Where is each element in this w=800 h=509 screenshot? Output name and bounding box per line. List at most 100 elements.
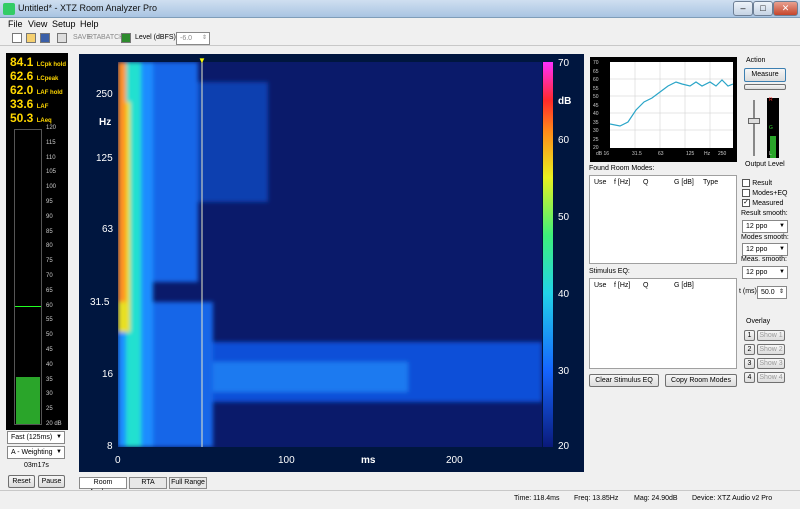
eq-col-gain: G [dB] [674, 282, 694, 289]
menu-file[interactable]: File [8, 19, 23, 29]
col-q: Q [643, 179, 649, 186]
mini-y-tick: 40 [593, 111, 599, 117]
mini-y-tick: 55 [593, 85, 599, 92]
close-button[interactable]: ✕ [773, 1, 798, 16]
reset-button[interactable]: Reset [8, 475, 35, 488]
t-ms-input[interactable]: 50.0 ⇕ [757, 286, 787, 299]
mini-y-tick: 30 [593, 128, 599, 134]
mini-chart-plot [610, 62, 733, 148]
x-tick-200: 200 [446, 455, 463, 466]
overlay-show-2-button[interactable]: Show 2 [757, 344, 785, 355]
new-file-icon[interactable] [12, 33, 22, 43]
meter-scale-tick: 105 [46, 169, 57, 176]
tab-rta[interactable]: RTA [129, 477, 167, 489]
open-folder-icon[interactable] [26, 33, 36, 43]
status-device: Device: XTZ Audio v2 Pro [692, 495, 773, 502]
tab-room-analyzer[interactable]: Room Analyzer [79, 477, 127, 496]
overlay-show-4-button[interactable]: Show 4 [757, 372, 785, 383]
meter-laf: 33.6 LAF [10, 97, 49, 111]
col-freq: f [Hz] [614, 179, 631, 186]
colorbar-unit: dB [558, 96, 572, 107]
elapsed-time: 03m17s [24, 462, 49, 469]
output-level-slider-track [753, 100, 755, 156]
print-icon[interactable] [57, 33, 67, 43]
checkbox-measured[interactable]: ✓ Measured [742, 198, 783, 207]
status-time: Time: 118.4ms [514, 495, 560, 502]
meter-scale-tick: 95 [46, 199, 53, 205]
overlay-show-1-button[interactable]: Show 1 [757, 330, 785, 341]
checkbox-measured-box[interactable]: ✓ [742, 198, 750, 207]
col-use: Use [594, 179, 607, 186]
x-axis-unit: ms [361, 455, 376, 466]
found-modes-table[interactable]: Use f [Hz] Q G [dB] Type [589, 175, 737, 264]
frequency-response-chart[interactable]: 70 65 60 55 50 45 40 35 30 25 20 dB 16 31.5 63 125 Hz 2… [590, 57, 737, 162]
colorbar-tick-30: 30 [558, 366, 570, 377]
output-level-slider-thumb[interactable] [748, 118, 760, 124]
slider-letter-l: L [769, 151, 772, 157]
meter-scale-tick: 70 [46, 273, 53, 279]
overlay-4-button[interactable]: 4 [744, 372, 755, 383]
time-cursor-marker[interactable]: ▼ [198, 56, 206, 65]
measure-button[interactable]: Measure [744, 68, 786, 82]
meter-scale-tick: 20 dB [46, 421, 62, 427]
mini-y-tick: 35 [593, 119, 599, 126]
waterfall-plot[interactable]: 250 Hz 125 63 31.5 16 8 0 100 ms 200 ▼ 7… [79, 54, 584, 472]
overlay-1-button[interactable]: 1 [744, 330, 755, 341]
overlay-show-3-button[interactable]: Show 3 [757, 358, 785, 369]
meter-scale-tick: 35 [46, 376, 53, 383]
level-label: Level (dBFS) [135, 34, 176, 41]
stimulus-eq-title: Stimulus EQ: [589, 268, 630, 275]
y-tick-63: 63 [102, 224, 114, 235]
menu-setup[interactable]: Setup [52, 19, 76, 29]
checkbox-measured-label: Measured [752, 200, 784, 207]
level-input[interactable]: -6.0 ⇕ [176, 32, 210, 45]
copy-room-modes-button[interactable]: Copy Room Modes [665, 374, 737, 387]
clear-stimulus-eq-button[interactable]: Clear Stimulus EQ [589, 374, 659, 387]
checkbox-result-box[interactable] [742, 178, 750, 187]
meter-scale-tick: 45 [46, 347, 53, 353]
status-bar: Time: 118.4ms Freq: 13.85Hz Mag: 24.90dB… [0, 490, 800, 509]
modes-smooth-select[interactable]: 12 ppo ▼ [742, 243, 788, 256]
title-bar: Untitled* - XTZ Room Analyzer Pro – □ ✕ [0, 0, 800, 18]
checkbox-modes-eq-box[interactable] [742, 188, 750, 197]
measure-progress-button[interactable] [744, 84, 786, 90]
checkbox-result[interactable]: Result [742, 178, 772, 187]
result-smooth-label: Result smooth: [741, 210, 788, 217]
frequency-weighting-select[interactable]: A - Weighting ▼ [7, 446, 65, 459]
colorbar-tick-60: 60 [558, 135, 570, 146]
overlay-3-button[interactable]: 3 [744, 358, 755, 369]
meter-scale-tick: 55 [46, 317, 53, 324]
meas-smooth-select[interactable]: 12 ppo ▼ [742, 266, 788, 279]
stimulus-eq-table[interactable]: Use f [Hz] Q G [dB] [589, 278, 737, 369]
meter-scale-tick: 40 [46, 361, 53, 368]
status-magnitude: Mag: 24.90dB [634, 495, 678, 502]
t-ms-label: t (ms) [739, 288, 757, 295]
mini-y-tick: 25 [593, 136, 599, 143]
tab-full-range[interactable]: Full Range [169, 477, 207, 489]
meas-smooth-label: Meas. smooth: [741, 256, 787, 263]
level-hold-marker [15, 306, 41, 308]
menu-help[interactable]: Help [80, 19, 99, 29]
sound-level-meter: 84.1 LCpk hold 62.6 LCpeak 62.0 LAF hold… [6, 53, 68, 430]
level-bar-fill [16, 376, 40, 424]
meter-scale-tick: 85 [46, 228, 53, 235]
app-icon [3, 3, 15, 15]
y-tick-250: 250 [96, 89, 113, 100]
status-frequency: Freq: 13.85Hz [574, 495, 619, 502]
spectrogram-image [118, 62, 542, 447]
checkbox-modes-eq[interactable]: Modes+EQ [742, 188, 787, 197]
mini-y-tick: 50 [593, 94, 599, 100]
checkbox-result-label: Result [752, 180, 773, 187]
result-smooth-select[interactable]: 12 ppo ▼ [742, 220, 788, 233]
meter-laeq: 50.3 LAeq [10, 111, 52, 125]
time-weighting-select[interactable]: Fast (125ms) ▼ [7, 431, 65, 444]
overlay-2-button[interactable]: 2 [744, 344, 755, 355]
colorbar-tick-20: 20 [558, 441, 570, 452]
maximize-button[interactable]: □ [753, 1, 773, 16]
pause-button[interactable]: Pause [38, 475, 65, 488]
minimize-button[interactable]: – [733, 1, 753, 16]
menu-view[interactable]: View [28, 19, 47, 29]
modes-smooth-label: Modes smooth: [741, 234, 789, 241]
meter-scale-tick: 65 [46, 287, 53, 294]
save-icon[interactable] [40, 33, 50, 43]
